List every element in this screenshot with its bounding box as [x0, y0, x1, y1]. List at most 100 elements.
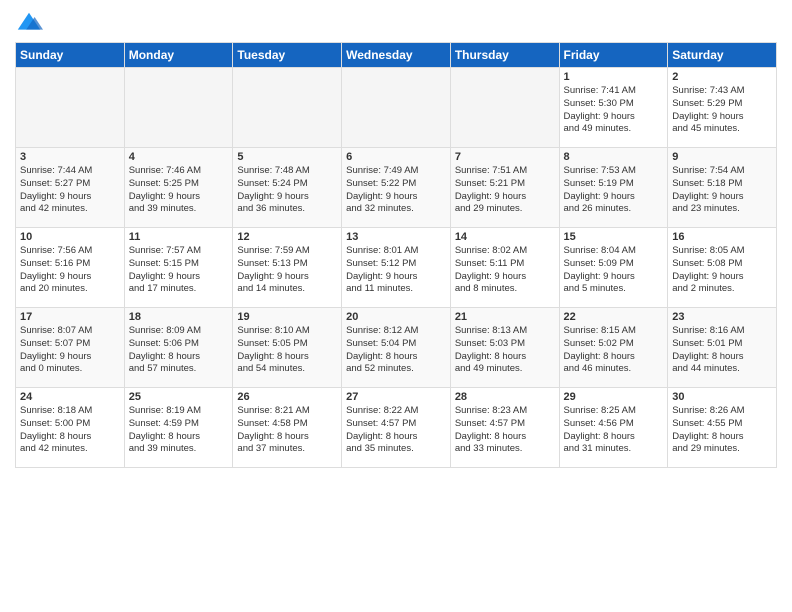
logo: [15, 10, 47, 38]
day-number: 6: [346, 151, 446, 163]
calendar-table: SundayMondayTuesdayWednesdayThursdayFrid…: [15, 42, 777, 468]
calendar-cell: 5 Sunrise: 7:48 AM Sunset: 5:24 PM Daylig…: [233, 148, 342, 228]
calendar-week-row: 3Sunrise: 7:44 AM Sunset: 5:27 PM Daylig…: [16, 148, 777, 228]
calendar-cell: 11 Sunrise: 7:57 AM Sunset: 5:15 PM Dayli…: [124, 228, 233, 308]
header: [15, 10, 777, 38]
day-info: Sunrise: 8:23 AM Sunset: 4:57 PM Dayligh…: [455, 405, 555, 456]
calendar-cell: 27 Sunrise: 8:22 AM Sunset: 4:57 PM Dayli…: [342, 388, 451, 468]
calendar-cell: [16, 68, 125, 148]
calendar-cell: 12 Sunrise: 7:59 AM Sunset: 5:13 PM Dayli…: [233, 228, 342, 308]
day-number: 3: [20, 151, 120, 163]
day-number: 7: [455, 151, 555, 163]
page-container: SundayMondayTuesdayWednesdayThursdayFrid…: [0, 0, 792, 473]
calendar-cell: 25 Sunrise: 8:19 AM Sunset: 4:59 PM Dayli…: [124, 388, 233, 468]
calendar-cell: 30 Sunrise: 8:26 AM Sunset: 4:55 PM Dayli…: [668, 388, 777, 468]
calendar-cell: 22 Sunrise: 8:15 AM Sunset: 5:02 PM Dayli…: [559, 308, 668, 388]
day-number: 24: [20, 391, 120, 403]
day-header-tuesday: Tuesday: [233, 43, 342, 68]
day-info: Sunrise: 7:43 AM Sunset: 5:29 PM Dayligh…: [672, 85, 772, 136]
calendar-cell: 2 Sunrise: 7:43 AM Sunset: 5:29 PM Daylig…: [668, 68, 777, 148]
day-info: Sunrise: 8:13 AM Sunset: 5:03 PM Dayligh…: [455, 325, 555, 376]
calendar-cell: [124, 68, 233, 148]
day-info: Sunrise: 8:09 AM Sunset: 5:06 PM Dayligh…: [129, 325, 229, 376]
day-number: 14: [455, 231, 555, 243]
day-info: Sunrise: 7:54 AM Sunset: 5:18 PM Dayligh…: [672, 165, 772, 216]
day-info: Sunrise: 8:04 AM Sunset: 5:09 PM Dayligh…: [564, 245, 664, 296]
day-info: Sunrise: 7:56 AM Sunset: 5:16 PM Dayligh…: [20, 245, 120, 296]
calendar-week-row: 1 Sunrise: 7:41 AM Sunset: 5:30 PM Daylig…: [16, 68, 777, 148]
day-number: 29: [564, 391, 664, 403]
day-info: Sunrise: 8:25 AM Sunset: 4:56 PM Dayligh…: [564, 405, 664, 456]
calendar-cell: 8 Sunrise: 7:53 AM Sunset: 5:19 PM Daylig…: [559, 148, 668, 228]
day-info: Sunrise: 8:16 AM Sunset: 5:01 PM Dayligh…: [672, 325, 772, 376]
day-number: 22: [564, 311, 664, 323]
day-number: 27: [346, 391, 446, 403]
calendar-cell: 4 Sunrise: 7:46 AM Sunset: 5:25 PM Daylig…: [124, 148, 233, 228]
day-info: Sunrise: 7:49 AM Sunset: 5:22 PM Dayligh…: [346, 165, 446, 216]
day-header-saturday: Saturday: [668, 43, 777, 68]
day-header-monday: Monday: [124, 43, 233, 68]
day-number: 30: [672, 391, 772, 403]
day-info: Sunrise: 7:46 AM Sunset: 5:25 PM Dayligh…: [129, 165, 229, 216]
day-header-sunday: Sunday: [16, 43, 125, 68]
day-number: 4: [129, 151, 229, 163]
day-info: Sunrise: 7:41 AM Sunset: 5:30 PM Dayligh…: [564, 85, 664, 136]
calendar-cell: 10 Sunrise: 7:56 AM Sunset: 5:16 PM Dayli…: [16, 228, 125, 308]
day-number: 26: [237, 391, 337, 403]
calendar-cell: 26 Sunrise: 8:21 AM Sunset: 4:58 PM Dayli…: [233, 388, 342, 468]
day-info: Sunrise: 8:10 AM Sunset: 5:05 PM Dayligh…: [237, 325, 337, 376]
day-info: Sunrise: 7:48 AM Sunset: 5:24 PM Dayligh…: [237, 165, 337, 216]
day-number: 25: [129, 391, 229, 403]
day-info: Sunrise: 7:53 AM Sunset: 5:19 PM Dayligh…: [564, 165, 664, 216]
day-info: Sunrise: 7:51 AM Sunset: 5:21 PM Dayligh…: [455, 165, 555, 216]
calendar-header-row: SundayMondayTuesdayWednesdayThursdayFrid…: [16, 43, 777, 68]
calendar-cell: 1 Sunrise: 7:41 AM Sunset: 5:30 PM Daylig…: [559, 68, 668, 148]
calendar-cell: 24Sunrise: 8:18 AM Sunset: 5:00 PM Dayli…: [16, 388, 125, 468]
day-number: 15: [564, 231, 664, 243]
day-info: Sunrise: 7:59 AM Sunset: 5:13 PM Dayligh…: [237, 245, 337, 296]
day-info: Sunrise: 8:01 AM Sunset: 5:12 PM Dayligh…: [346, 245, 446, 296]
day-number: 10: [20, 231, 120, 243]
calendar-cell: 13 Sunrise: 8:01 AM Sunset: 5:12 PM Dayli…: [342, 228, 451, 308]
calendar-cell: 21 Sunrise: 8:13 AM Sunset: 5:03 PM Dayli…: [450, 308, 559, 388]
day-info: Sunrise: 8:12 AM Sunset: 5:04 PM Dayligh…: [346, 325, 446, 376]
calendar-cell: 19 Sunrise: 8:10 AM Sunset: 5:05 PM Dayli…: [233, 308, 342, 388]
day-number: 8: [564, 151, 664, 163]
calendar-cell: 20 Sunrise: 8:12 AM Sunset: 5:04 PM Dayli…: [342, 308, 451, 388]
calendar-week-row: 10 Sunrise: 7:56 AM Sunset: 5:16 PM Dayli…: [16, 228, 777, 308]
calendar-cell: 6 Sunrise: 7:49 AM Sunset: 5:22 PM Daylig…: [342, 148, 451, 228]
day-header-thursday: Thursday: [450, 43, 559, 68]
day-info: Sunrise: 8:26 AM Sunset: 4:55 PM Dayligh…: [672, 405, 772, 456]
calendar-cell: 28 Sunrise: 8:23 AM Sunset: 4:57 PM Dayli…: [450, 388, 559, 468]
day-info: Sunrise: 8:21 AM Sunset: 4:58 PM Dayligh…: [237, 405, 337, 456]
calendar-cell: 9Sunrise: 7:54 AM Sunset: 5:18 PM Daylig…: [668, 148, 777, 228]
day-number: 19: [237, 311, 337, 323]
day-number: 21: [455, 311, 555, 323]
day-number: 11: [129, 231, 229, 243]
calendar-cell: 14Sunrise: 8:02 AM Sunset: 5:11 PM Dayli…: [450, 228, 559, 308]
day-info: Sunrise: 8:15 AM Sunset: 5:02 PM Dayligh…: [564, 325, 664, 376]
calendar-cell: 3Sunrise: 7:44 AM Sunset: 5:27 PM Daylig…: [16, 148, 125, 228]
calendar-week-row: 17Sunrise: 8:07 AM Sunset: 5:07 PM Dayli…: [16, 308, 777, 388]
day-info: Sunrise: 8:07 AM Sunset: 5:07 PM Dayligh…: [20, 325, 120, 376]
day-number: 23: [672, 311, 772, 323]
day-header-wednesday: Wednesday: [342, 43, 451, 68]
day-info: Sunrise: 7:57 AM Sunset: 5:15 PM Dayligh…: [129, 245, 229, 296]
calendar-cell: 23 Sunrise: 8:16 AM Sunset: 5:01 PM Dayli…: [668, 308, 777, 388]
calendar-cell: 17Sunrise: 8:07 AM Sunset: 5:07 PM Dayli…: [16, 308, 125, 388]
day-header-friday: Friday: [559, 43, 668, 68]
day-number: 18: [129, 311, 229, 323]
day-number: 5: [237, 151, 337, 163]
logo-icon: [15, 10, 43, 38]
day-info: Sunrise: 8:22 AM Sunset: 4:57 PM Dayligh…: [346, 405, 446, 456]
day-number: 20: [346, 311, 446, 323]
day-number: 13: [346, 231, 446, 243]
calendar-cell: 16Sunrise: 8:05 AM Sunset: 5:08 PM Dayli…: [668, 228, 777, 308]
calendar-cell: [342, 68, 451, 148]
day-info: Sunrise: 8:19 AM Sunset: 4:59 PM Dayligh…: [129, 405, 229, 456]
day-number: 1: [564, 71, 664, 83]
day-number: 28: [455, 391, 555, 403]
day-number: 12: [237, 231, 337, 243]
day-number: 2: [672, 71, 772, 83]
day-info: Sunrise: 8:05 AM Sunset: 5:08 PM Dayligh…: [672, 245, 772, 296]
